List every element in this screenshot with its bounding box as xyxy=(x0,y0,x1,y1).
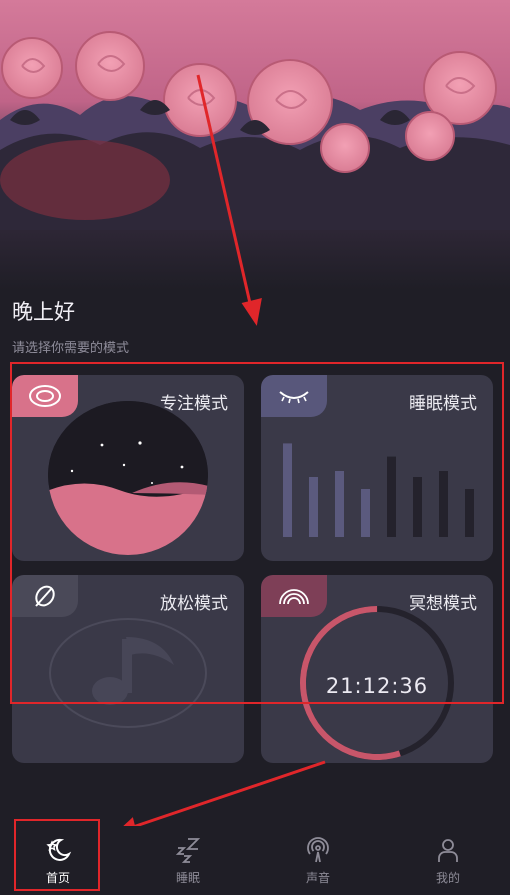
nav-sleep-label: 睡眠 xyxy=(175,871,200,885)
nav-sleep[interactable]: 睡眠 xyxy=(148,836,228,892)
nav-profile[interactable]: 我的 xyxy=(408,836,488,892)
broadcast-icon xyxy=(307,837,329,863)
greeting-subtitle: 请选择你需要的模式 xyxy=(12,341,130,356)
nav-profile-label: 我的 xyxy=(435,871,460,885)
nav-sound-label: 声音 xyxy=(305,871,330,885)
arrow-to-home xyxy=(129,760,326,830)
greeting-title: 晚上好 xyxy=(12,300,75,324)
nav-sound[interactable]: 声音 xyxy=(278,836,358,892)
home-highlight-box xyxy=(14,819,100,891)
rose-garden-banner xyxy=(0,0,510,290)
modes-highlight-box xyxy=(10,362,504,704)
person-icon xyxy=(438,839,458,862)
zzz-icon xyxy=(175,838,201,863)
arrow-head-modes xyxy=(241,297,262,326)
